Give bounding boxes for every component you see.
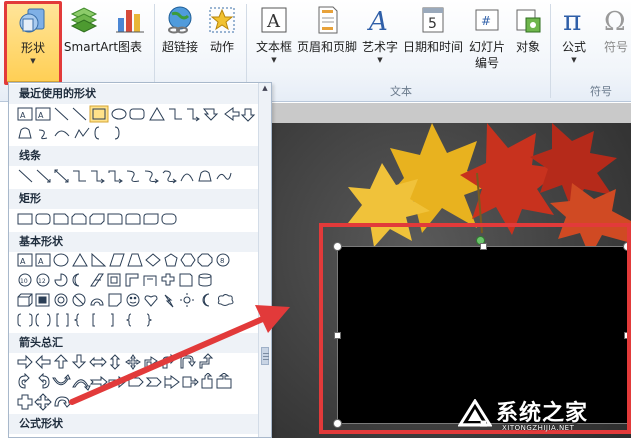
chart-icon xyxy=(116,10,144,33)
section-header-lines: 线条 xyxy=(9,146,261,166)
smartart-label: SmartArt xyxy=(63,40,119,54)
smartart-button[interactable]: SmartArt xyxy=(60,2,118,72)
datetime-button[interactable]: 5 日期和时间 xyxy=(402,2,464,72)
action-button[interactable]: 动作 xyxy=(204,2,240,72)
resize-handle-top-left[interactable] xyxy=(333,242,342,251)
svg-text:A: A xyxy=(367,7,388,36)
shapes-gallery-dropdown: 最近使用的形状 A A 线条 矩形 基本形状 A A 8 10 12 箭头总汇 … xyxy=(8,82,272,438)
wordart-label: 艺术字 xyxy=(361,40,398,54)
svg-text:A: A xyxy=(20,257,26,266)
recent-shapes-row-1[interactable]: A A xyxy=(17,105,257,123)
action-label: 动作 xyxy=(209,40,234,54)
basic-shapes-row-4[interactable] xyxy=(17,311,177,329)
wordart-icon: A xyxy=(367,7,388,36)
hyperlink-button[interactable]: 超链接 xyxy=(158,2,202,72)
symbol-button[interactable]: Ω 符号 xyxy=(598,2,631,72)
section-header-rectangles: 矩形 xyxy=(9,189,261,209)
svg-text:12: 12 xyxy=(38,278,46,285)
slide-number-icon: # xyxy=(475,9,499,31)
chevron-down-icon: ▼ xyxy=(271,56,277,64)
block-arrows-row-1[interactable] xyxy=(17,353,257,371)
svg-text:8: 8 xyxy=(220,257,224,265)
hyperlink-label: 超链接 xyxy=(161,40,198,54)
recent-shapes-row-2[interactable] xyxy=(17,124,157,142)
formula-button[interactable]: π 公式 ▼ xyxy=(556,2,592,72)
basic-shapes-row-2[interactable]: 10 12 xyxy=(17,271,257,289)
group-label-symbols: 符号 xyxy=(590,85,612,98)
basic-shapes-row-1[interactable]: A A 8 xyxy=(17,251,257,269)
resize-handle-top-right[interactable] xyxy=(623,242,631,251)
textbox-button[interactable]: A 文本框 ▼ xyxy=(252,2,296,72)
svg-text:A: A xyxy=(266,11,281,32)
slide-canvas[interactable] xyxy=(272,123,631,438)
chart-label: 图表 xyxy=(117,40,142,54)
header-footer-icon xyxy=(318,6,338,34)
resize-handle-bottom-left[interactable] xyxy=(333,419,342,428)
svg-text:A: A xyxy=(20,111,26,120)
resize-handle-left[interactable] xyxy=(334,332,341,339)
svg-text:A: A xyxy=(38,111,44,120)
header-footer-label: 页眉和页脚 xyxy=(296,40,357,54)
grip-line xyxy=(263,356,269,357)
shapes-label: 形状 xyxy=(20,41,45,55)
symbol-label: 符号 xyxy=(603,40,628,54)
object-icon xyxy=(516,9,541,33)
watermark: 系统之家 XITONGZHIJIA.NET xyxy=(458,395,628,435)
gallery-scrollbar[interactable]: ▲ xyxy=(258,83,271,437)
slide-number-button[interactable]: # 幻灯片 编号 xyxy=(466,2,508,72)
svg-text:π: π xyxy=(563,4,581,36)
basic-shapes-row-3[interactable] xyxy=(17,291,257,309)
svg-text:5: 5 xyxy=(428,16,437,32)
omega-icon: Ω xyxy=(604,7,626,36)
resize-handle-top[interactable] xyxy=(480,243,487,250)
slide-work-area xyxy=(272,103,631,438)
textbox-label: 文本框 xyxy=(255,40,292,54)
formula-label: 公式 xyxy=(561,40,586,54)
block-arrows-row-3[interactable] xyxy=(17,393,97,411)
section-header-equation-shapes: 公式形状 xyxy=(9,414,261,434)
header-footer-button[interactable]: 页眉和页脚 xyxy=(296,2,358,72)
wordart-button[interactable]: A 艺术字 ▼ xyxy=(360,2,400,72)
object-label: 对象 xyxy=(515,40,540,54)
svg-text:A: A xyxy=(38,257,44,266)
datetime-label: 日期和时间 xyxy=(402,40,463,54)
lines-shapes-row[interactable] xyxy=(17,167,257,185)
svg-text:#: # xyxy=(481,14,491,28)
chevron-down-icon: ▼ xyxy=(571,56,577,64)
section-header-basic-shapes: 基本形状 xyxy=(9,232,261,252)
watermark-logo-icon xyxy=(458,399,492,427)
svg-text:10: 10 xyxy=(20,278,28,285)
smartart-icon xyxy=(70,7,98,33)
calendar-icon: 5 xyxy=(422,7,444,33)
scroll-up-icon[interactable]: ▲ xyxy=(260,84,270,94)
group-label-text: 文本 xyxy=(390,85,412,98)
shapes-icon xyxy=(19,8,45,33)
grip-line xyxy=(263,359,269,360)
chevron-down-icon: ▼ xyxy=(30,57,36,65)
pi-icon: π xyxy=(563,4,581,36)
chart-button[interactable]: 图表 xyxy=(112,2,148,72)
scroll-thumb[interactable] xyxy=(261,347,269,365)
textbox-icon: A xyxy=(261,7,287,33)
resize-handle-right[interactable] xyxy=(624,332,631,339)
slide-number-label-line2: 编号 xyxy=(474,56,499,70)
section-header-block-arrows: 箭头总汇 xyxy=(9,333,261,353)
ribbon-separator xyxy=(550,4,551,98)
globe-link-icon xyxy=(168,6,192,34)
grip-line xyxy=(263,353,269,354)
watermark-url: XITONGZHIJIA.NET xyxy=(502,424,575,432)
star-action-icon xyxy=(209,7,235,33)
section-header-recent-shapes: 最近使用的形状 xyxy=(9,84,261,104)
block-arrows-row-2[interactable] xyxy=(17,373,257,391)
svg-text:Ω: Ω xyxy=(604,7,626,36)
watermark-text: 系统之家 xyxy=(496,401,589,426)
shapes-button[interactable]: 形状 ▼ xyxy=(6,2,60,82)
slide-number-label: 幻灯片 xyxy=(468,40,505,54)
chevron-down-icon: ▼ xyxy=(377,56,383,64)
rectangles-shapes-row[interactable] xyxy=(17,210,217,228)
object-button[interactable]: 对象 xyxy=(510,2,546,72)
